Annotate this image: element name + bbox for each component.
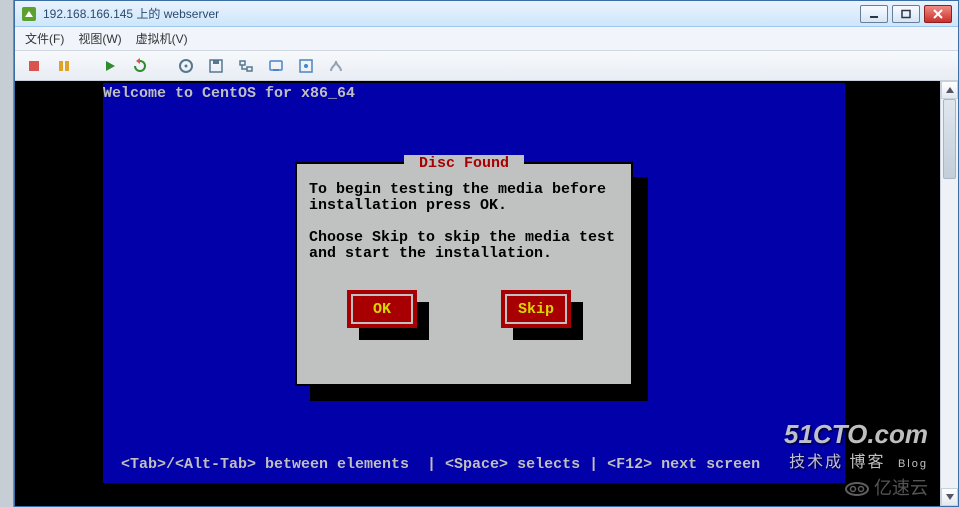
floppy-button[interactable]: [205, 55, 227, 77]
left-sidebar-sliver: [0, 0, 14, 507]
client-area: Welcome to CentOS for x86_64 Disc Found …: [15, 81, 958, 506]
toolbar: [15, 51, 958, 81]
scroll-track[interactable]: [941, 99, 958, 488]
menu-bar: 文件(F) 视图(W) 虚拟机(V): [15, 27, 958, 51]
dialog-title: Disc Found: [404, 155, 524, 172]
window-title: 192.168.166.145 上的 webserver: [43, 5, 219, 22]
fullscreen-button[interactable]: [295, 55, 317, 77]
minimize-button[interactable]: [860, 5, 888, 23]
welcome-text: Welcome to CentOS for x86_64: [103, 85, 355, 102]
maximize-button[interactable]: [892, 5, 920, 23]
pause-button[interactable]: [53, 55, 75, 77]
close-button[interactable]: [924, 5, 952, 23]
scroll-thumb[interactable]: [943, 99, 956, 179]
scroll-up-icon[interactable]: [941, 81, 958, 99]
skip-button-label: Skip: [518, 301, 554, 318]
ok-button-label: OK: [373, 301, 391, 318]
title-bar: 192.168.166.145 上的 webserver: [15, 1, 958, 27]
footer-hint: <Tab>/<Alt-Tab> between elements | <Spac…: [121, 456, 760, 473]
dialog-body: To begin testing the media before instal…: [309, 182, 619, 262]
watermark-yisu: 亿速云: [844, 474, 928, 500]
vmware-window: 192.168.166.145 上的 webserver 文件(F) 视图(W)…: [14, 0, 959, 507]
ok-button[interactable]: OK: [347, 290, 417, 328]
installer-screen: Welcome to CentOS for x86_64 Disc Found …: [103, 83, 845, 483]
app-icon: [21, 6, 37, 22]
vertical-scrollbar[interactable]: [940, 81, 958, 506]
network-button[interactable]: [235, 55, 257, 77]
snapshot-button[interactable]: [265, 55, 287, 77]
menu-file[interactable]: 文件(F): [25, 30, 64, 47]
disc-found-dialog: Disc Found To begin testing the media be…: [295, 162, 633, 386]
settings-button[interactable]: [325, 55, 347, 77]
menu-vm[interactable]: 虚拟机(V): [136, 30, 188, 47]
scroll-down-icon[interactable]: [941, 488, 958, 506]
vm-console[interactable]: Welcome to CentOS for x86_64 Disc Found …: [15, 81, 940, 506]
play-button[interactable]: [99, 55, 121, 77]
skip-button[interactable]: Skip: [501, 290, 571, 328]
menu-view[interactable]: 视图(W): [78, 30, 121, 47]
refresh-button[interactable]: [129, 55, 151, 77]
stop-button[interactable]: [23, 55, 45, 77]
cd-button[interactable]: [175, 55, 197, 77]
